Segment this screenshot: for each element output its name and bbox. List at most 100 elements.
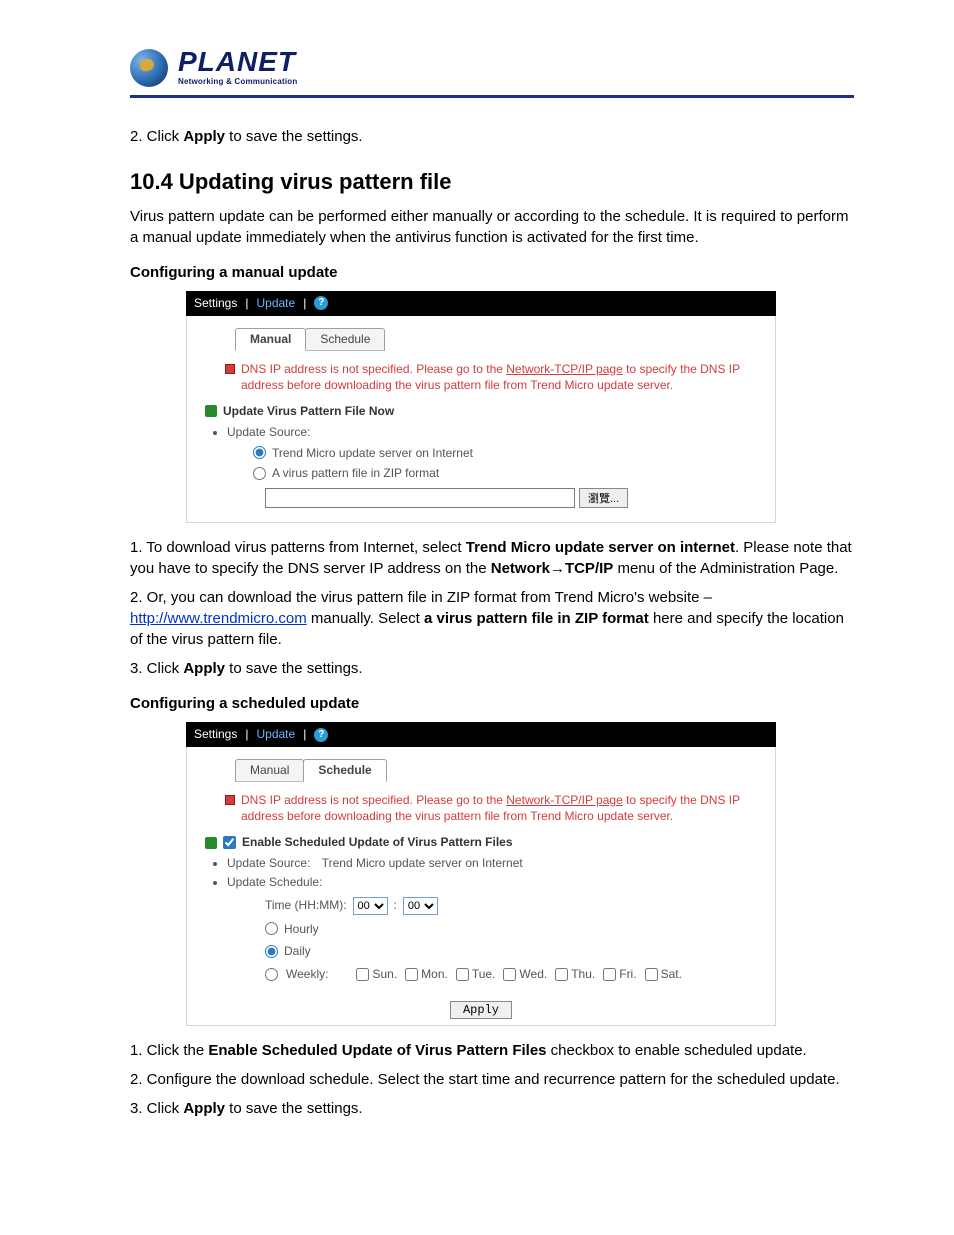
minute-select[interactable]: 00: [403, 897, 438, 915]
update-now-title: Update Virus Pattern File Now: [205, 403, 757, 420]
browse-button[interactable]: 瀏覽...: [579, 488, 628, 508]
sched-src-label: Update Source:: [227, 856, 310, 870]
tab-bar-2: Manual Schedule: [235, 759, 757, 782]
ss3-c: to save the settings.: [225, 1100, 363, 1117]
breadcrumb-sep-2: |: [303, 295, 306, 312]
tab2-manual[interactable]: Manual: [235, 759, 304, 782]
ss3-b: Apply: [183, 1100, 225, 1117]
breadcrumb2-settings[interactable]: Settings: [194, 726, 237, 743]
sched-src-value: Trend Micro update server on Internet: [322, 856, 523, 870]
breadcrumb-settings[interactable]: Settings: [194, 295, 237, 312]
lbl-sun: Sun.: [372, 966, 397, 983]
section-heading: 10.4 Updating virus pattern file: [130, 167, 854, 198]
breadcrumb2-sep-2: |: [303, 726, 306, 743]
ss1-c: checkbox to enable scheduled update.: [547, 1042, 807, 1059]
alert-link[interactable]: Network-TCP/IP page: [506, 362, 623, 376]
section-description: Virus pattern update can be performed ei…: [130, 206, 854, 248]
sched-step-2: 2. Configure the download schedule. Sele…: [130, 1069, 854, 1090]
time-colon: :: [394, 897, 397, 914]
breadcrumb2-sep: |: [245, 726, 248, 743]
radio-daily[interactable]: [265, 945, 278, 958]
sched-update-schedule-item: Update Schedule:: [227, 874, 757, 891]
alert-bullet-icon: [225, 364, 235, 374]
time-label: Time (HH:MM):: [265, 897, 347, 914]
radio-hourly[interactable]: [265, 922, 278, 935]
ms3-b: Apply: [183, 660, 225, 677]
alert2-link[interactable]: Network-TCP/IP page: [506, 793, 623, 807]
chk-sat[interactable]: [645, 968, 658, 981]
alert-text-pre: DNS IP address is not specified. Please …: [241, 362, 506, 376]
enable-scheduled-label: Enable Scheduled Update of Virus Pattern…: [242, 834, 513, 851]
chk-tue[interactable]: [456, 968, 469, 981]
ss1-a: 1. Click the: [130, 1042, 208, 1059]
intro-step-2: 2. Click Apply to save the settings.: [130, 126, 854, 147]
hourly-row[interactable]: Hourly: [265, 921, 757, 938]
chk-thu[interactable]: [555, 968, 568, 981]
intro-step-2-suffix: to save the settings.: [225, 128, 363, 145]
alert-bullet-icon-2: [225, 795, 235, 805]
radio-zip-row[interactable]: A virus pattern file in ZIP format: [253, 465, 757, 482]
chk-wed[interactable]: [503, 968, 516, 981]
ms1-f: menu of the Administration Page.: [613, 560, 838, 577]
tab2-schedule[interactable]: Schedule: [303, 759, 386, 782]
radio-hourly-label: Hourly: [284, 921, 319, 938]
lbl-tue: Tue.: [472, 966, 496, 983]
chk-mon[interactable]: [405, 968, 418, 981]
scheduled-update-heading: Configuring a scheduled update: [130, 693, 854, 714]
header-divider: [130, 95, 854, 98]
lbl-fri: Fri.: [619, 966, 636, 983]
manual-step-2: 2. Or, you can download the virus patter…: [130, 587, 854, 650]
lbl-thu: Thu.: [571, 966, 595, 983]
brand-tagline: Networking & Communication: [178, 76, 297, 87]
screenshot-manual: Settings | Update | ? Manual Schedule DN…: [186, 291, 776, 523]
ms3-a: 3. Click: [130, 660, 183, 677]
lbl-sat: Sat.: [661, 966, 682, 983]
breadcrumb2-update[interactable]: Update: [256, 726, 295, 743]
dns-alert: DNS IP address is not specified. Please …: [225, 361, 757, 393]
radio-daily-label: Daily: [284, 943, 311, 960]
screenshot2-titlebar: Settings | Update | ?: [186, 722, 776, 747]
radio-zip-label: A virus pattern file in ZIP format: [272, 465, 439, 482]
update-now-label: Update Virus Pattern File Now: [223, 403, 394, 420]
intro-step-2-bold: Apply: [183, 128, 225, 145]
lbl-mon: Mon.: [421, 966, 448, 983]
ms2-b: manually. Select: [307, 610, 424, 627]
hour-select[interactable]: 00: [353, 897, 388, 915]
sched-update-source-item: Update Source: Trend Micro update server…: [227, 855, 757, 872]
help-icon-2[interactable]: ?: [314, 728, 328, 742]
daily-row[interactable]: Daily: [265, 943, 757, 960]
trendmicro-link[interactable]: http://www.trendmicro.com: [130, 610, 307, 627]
ms2-c: a virus pattern file in ZIP format: [424, 610, 649, 627]
chk-fri[interactable]: [603, 968, 616, 981]
update-icon-2: [205, 837, 217, 849]
globe-icon: [130, 49, 168, 87]
brand-name: PLANET: [178, 48, 297, 76]
zip-path-input[interactable]: [265, 488, 575, 508]
radio-internet-row[interactable]: Trend Micro update server on Internet: [253, 445, 757, 462]
radio-weekly[interactable]: [265, 968, 278, 981]
manual-update-heading: Configuring a manual update: [130, 262, 854, 283]
lbl-wed: Wed.: [519, 966, 547, 983]
tab-manual[interactable]: Manual: [235, 328, 306, 351]
tab-schedule[interactable]: Schedule: [305, 328, 385, 351]
ms1-e: TCP/IP: [565, 560, 613, 577]
manual-step-1: 1. To download virus patterns from Inter…: [130, 537, 854, 579]
help-icon[interactable]: ?: [314, 296, 328, 310]
ss3-a: 3. Click: [130, 1100, 183, 1117]
weekly-row[interactable]: Weekly: Sun. Mon. Tue. Wed. Thu. Fri. Sa…: [265, 966, 757, 983]
enable-scheduled-checkbox[interactable]: [223, 836, 236, 849]
radio-zip[interactable]: [253, 467, 266, 480]
ss1-b: Enable Scheduled Update of Virus Pattern…: [208, 1042, 546, 1059]
radio-internet[interactable]: [253, 446, 266, 459]
intro-step-2-prefix: 2. Click: [130, 128, 183, 145]
brand-logo: PLANET Networking & Communication: [130, 48, 854, 87]
chk-sun[interactable]: [356, 968, 369, 981]
enable-sched-title: Enable Scheduled Update of Virus Pattern…: [205, 834, 757, 851]
manual-step-3: 3. Click Apply to save the settings.: [130, 658, 854, 679]
apply-button[interactable]: Apply: [450, 1001, 512, 1019]
ms2-a: 2. Or, you can download the virus patter…: [130, 589, 712, 606]
screenshot-schedule: Settings | Update | ? Manual Schedule DN…: [186, 722, 776, 1026]
ms1-d: Network: [491, 560, 550, 577]
tab-bar: Manual Schedule: [235, 328, 757, 351]
breadcrumb-update[interactable]: Update: [256, 295, 295, 312]
